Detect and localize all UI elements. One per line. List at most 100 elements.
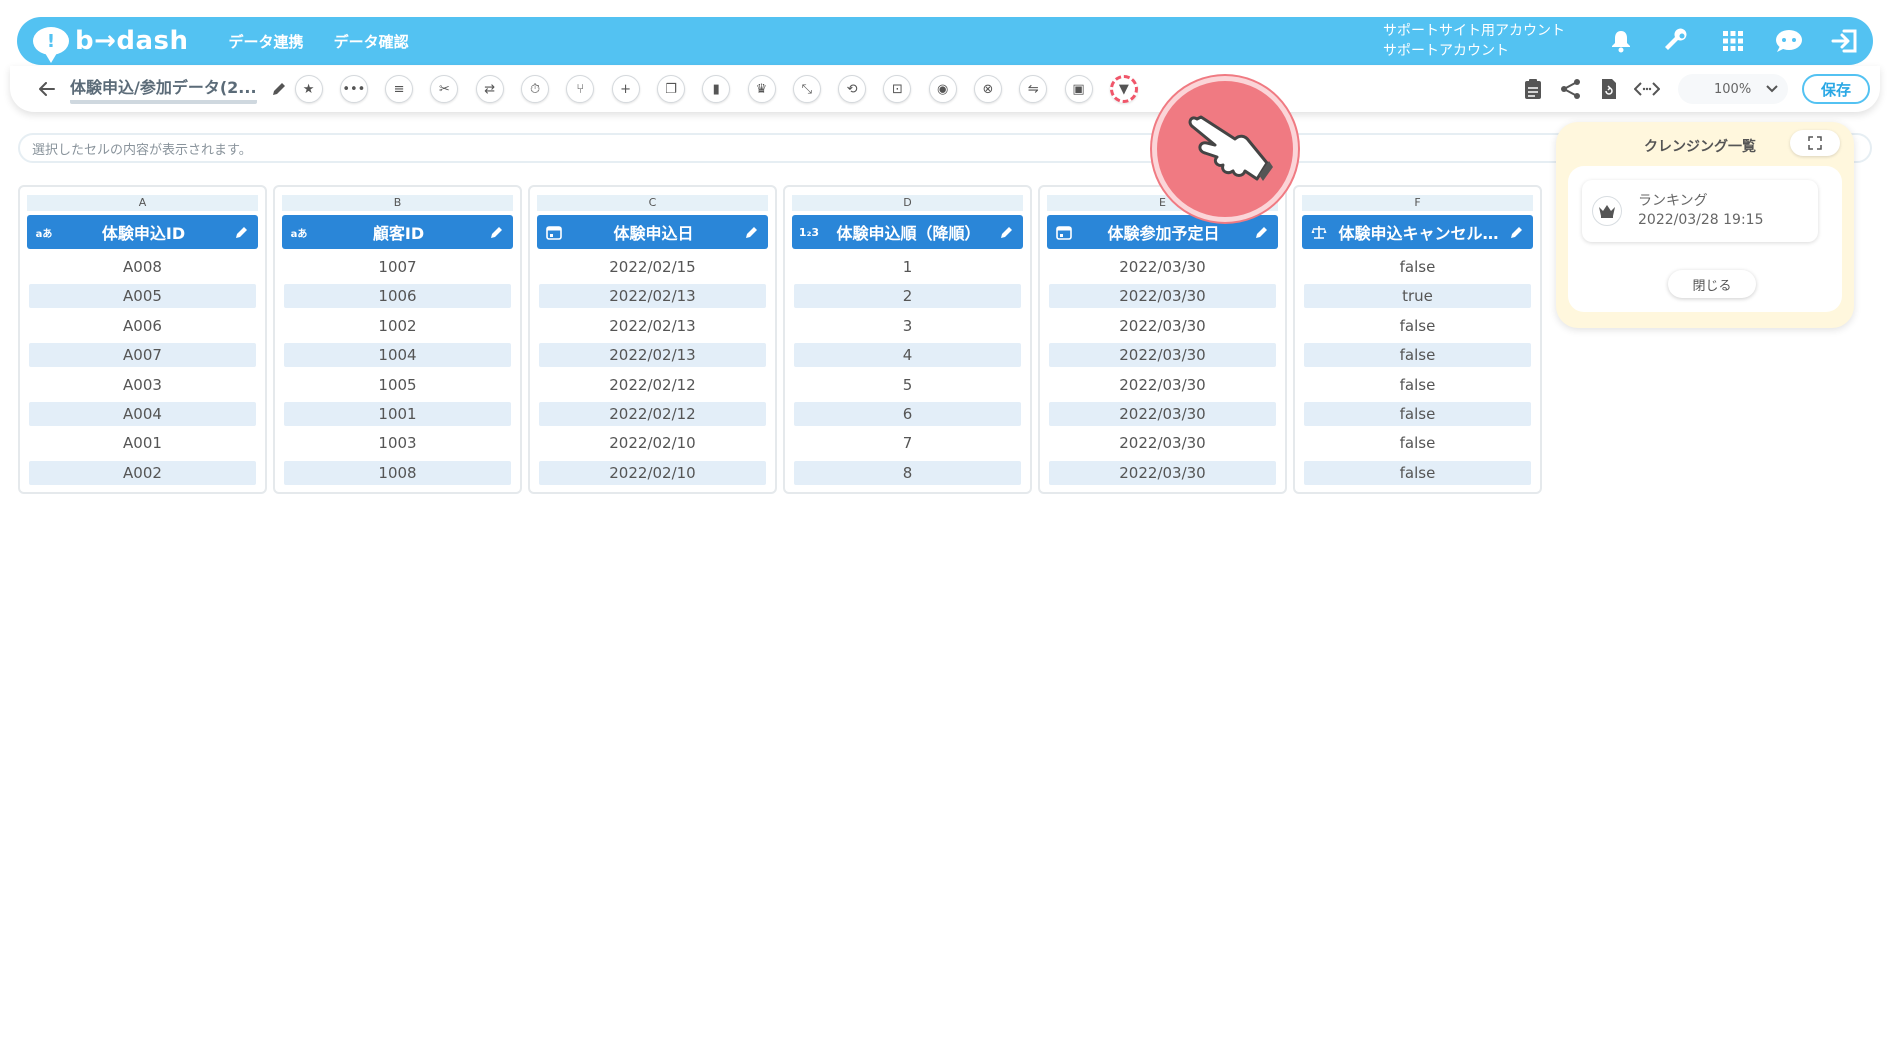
column-letter[interactable]: D (792, 195, 1023, 211)
repeat-icon[interactable]: ⟲ (838, 75, 867, 103)
table-cell[interactable]: 1001 (284, 401, 511, 426)
table-cell[interactable]: 7 (794, 431, 1021, 455)
table-cell[interactable]: 1004 (284, 343, 511, 368)
table-cell[interactable]: 2022/02/13 (539, 314, 766, 338)
table-cell[interactable]: 1 (794, 255, 1021, 279)
wrench-icon[interactable] (1649, 21, 1705, 61)
table-cell[interactable]: 2022/02/13 (539, 343, 766, 368)
table-cell[interactable]: 2022/02/10 (539, 460, 766, 485)
table-cell[interactable]: A006 (29, 314, 256, 338)
table-cell[interactable]: false (1304, 431, 1531, 455)
column-header[interactable]: aあ 顧客ID (282, 215, 513, 249)
account-info[interactable]: サポートサイト用アカウント サポートアカウント (1383, 21, 1565, 61)
copy-icon[interactable]: ❐ (656, 75, 685, 103)
table-cell[interactable]: 6 (794, 401, 1021, 426)
lock-icon[interactable]: ⊡ (883, 75, 912, 103)
edit-title-pencil-icon[interactable] (267, 77, 291, 101)
table-cell[interactable]: true (1304, 284, 1531, 309)
table-cell[interactable]: false (1304, 373, 1531, 397)
star-icon[interactable]: ★ (294, 75, 323, 103)
column-header[interactable]: aあ 体験申込ID (27, 215, 258, 249)
table-cell[interactable]: 2022/03/30 (1049, 343, 1276, 368)
zoom-select[interactable]: 100% (1678, 74, 1788, 104)
logo[interactable]: ! b→dash (33, 26, 189, 63)
table-cell[interactable]: 5 (794, 373, 1021, 397)
grid-icon[interactable] (1705, 21, 1761, 61)
table-cell[interactable]: false (1304, 460, 1531, 485)
cleansing-item[interactable]: ランキング 2022/03/28 19:15 (1582, 180, 1818, 242)
table-cell[interactable]: 2 (794, 284, 1021, 309)
nav-data-integration[interactable]: データ連携 (229, 31, 304, 52)
crown-icon[interactable]: ♛ (747, 75, 776, 103)
edit-pencil-icon[interactable] (487, 222, 507, 242)
table-cell[interactable]: 2022/03/30 (1049, 373, 1276, 397)
back-arrow-icon[interactable] (32, 74, 62, 104)
logout-icon[interactable] (1817, 21, 1873, 61)
column-letter[interactable]: B (282, 195, 513, 211)
save-button[interactable]: 保存 (1802, 74, 1870, 104)
table-cell[interactable]: 1006 (284, 284, 511, 309)
document-title-wrap[interactable]: 体験申込/参加データ(2... (70, 74, 257, 104)
table-cell[interactable]: 2022/02/10 (539, 431, 766, 455)
edit-pencil-icon[interactable] (742, 222, 762, 242)
column-letter[interactable]: F (1302, 195, 1533, 211)
table-cell[interactable]: false (1304, 343, 1531, 368)
timer-icon[interactable]: ⏱ (521, 75, 550, 103)
table-cell[interactable]: 1008 (284, 460, 511, 485)
bell-icon[interactable] (1593, 21, 1649, 61)
cut-icon[interactable]: ✂ (430, 75, 459, 103)
column-header[interactable]: 体験参加予定日 (1047, 215, 1278, 249)
table-cell[interactable]: 2022/03/30 (1049, 401, 1276, 426)
table-cell[interactable]: 1005 (284, 373, 511, 397)
table-cell[interactable]: A005 (29, 284, 256, 309)
table-cell[interactable]: A002 (29, 460, 256, 485)
merge-icon[interactable]: ⑂ (566, 75, 595, 103)
refresh-icon[interactable] (1590, 70, 1628, 108)
table-cell[interactable]: A003 (29, 373, 256, 397)
dots-icon[interactable]: ••• (339, 75, 368, 103)
column-header[interactable]: 1₂3 体験申込順（降順） (792, 215, 1023, 249)
table-cell[interactable]: 2022/03/30 (1049, 431, 1276, 455)
cancel-icon[interactable]: ⊗ (973, 75, 1002, 103)
expand-icon[interactable] (1790, 130, 1840, 156)
chat-icon[interactable] (1761, 21, 1817, 61)
translate-icon[interactable]: ⇋ (1019, 75, 1048, 103)
edit-pencil-icon[interactable] (997, 222, 1017, 242)
table-cell[interactable]: 2022/03/30 (1049, 255, 1276, 279)
edit-pencil-icon[interactable] (1252, 222, 1272, 242)
table-cell[interactable]: 2022/02/12 (539, 401, 766, 426)
table-cell[interactable]: A008 (29, 255, 256, 279)
column-letter[interactable]: C (537, 195, 768, 211)
table-cell[interactable]: A007 (29, 343, 256, 368)
plus-icon[interactable]: + (611, 75, 640, 103)
edit-pencil-icon[interactable] (232, 222, 252, 242)
clipboard-icon[interactable] (1514, 70, 1552, 108)
table-cell[interactable]: 3 (794, 314, 1021, 338)
square-icon[interactable]: ▣ (1064, 75, 1093, 103)
table-cell[interactable]: 1003 (284, 431, 511, 455)
table-cell[interactable]: false (1304, 314, 1531, 338)
list-icon[interactable]: ≡ (385, 75, 414, 103)
table-cell[interactable]: A001 (29, 431, 256, 455)
table-cell[interactable]: 2022/02/12 (539, 373, 766, 397)
column-header[interactable]: 体験申込キャンセル… (1302, 215, 1533, 249)
table-cell[interactable]: 4 (794, 343, 1021, 368)
table-cell[interactable]: false (1304, 401, 1531, 426)
close-button[interactable]: 閉じる (1668, 270, 1756, 298)
table-cell[interactable]: 2022/03/30 (1049, 314, 1276, 338)
column-letter[interactable]: A (27, 195, 258, 211)
nav-data-check[interactable]: データ確認 (334, 31, 409, 52)
table-cell[interactable]: false (1304, 255, 1531, 279)
table-cell[interactable]: 2022/03/30 (1049, 284, 1276, 309)
code-icon[interactable] (1628, 70, 1666, 108)
table-cell[interactable]: A004 (29, 401, 256, 426)
trash-icon[interactable]: ▮ (702, 75, 731, 103)
edit-pencil-icon[interactable] (1507, 222, 1527, 242)
filter-icon[interactable]: ▼ (1109, 75, 1138, 103)
table-cell[interactable]: 8 (794, 460, 1021, 485)
table-cell[interactable]: 2022/03/30 (1049, 460, 1276, 485)
column-header[interactable]: 体験申込日 (537, 215, 768, 249)
collapse-icon[interactable]: ⤡ (792, 75, 821, 103)
table-cell[interactable]: 1002 (284, 314, 511, 338)
share-icon[interactable] (1552, 70, 1590, 108)
